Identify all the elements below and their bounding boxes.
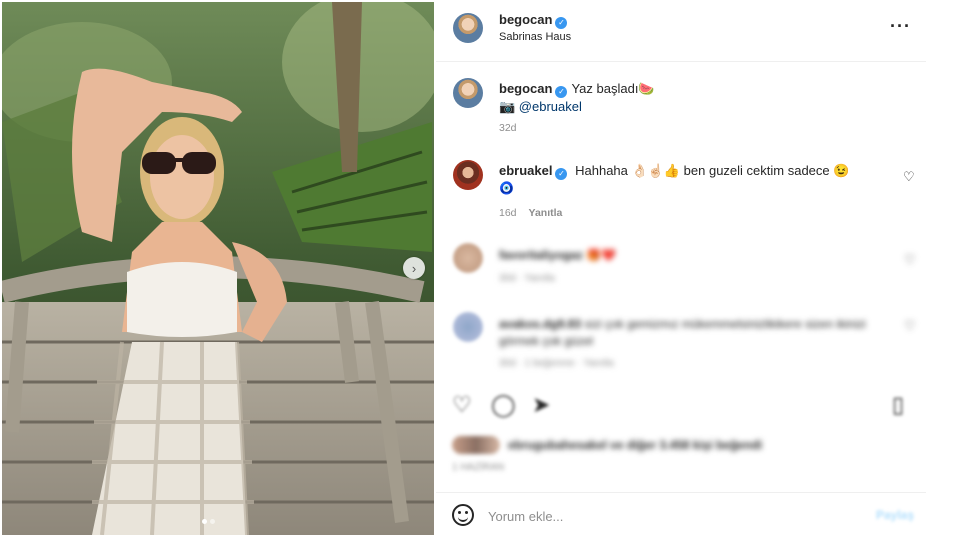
comment-bubble-icon[interactable]: ◯ — [491, 392, 516, 418]
post-actions: ♡ ◯ ➤ ▯ — [436, 392, 926, 426]
caption-username[interactable]: begocan — [499, 81, 552, 96]
likes-text[interactable]: ebrugubahesakel ve diğer 3.458 kişi beğe… — [508, 438, 762, 452]
comment-meta: 16d Yanıtla — [499, 207, 574, 219]
post-sidebar: begocan ✓ Sabrinas Haus ··· begocan ✓ Yaz b… — [436, 0, 926, 555]
comment-text-continued: 🧿 — [499, 181, 514, 195]
blurred-comment: favoritaliyogaz 🎁❤️ — [499, 248, 616, 262]
comment-like-heart-icon[interactable]: ♡ — [903, 169, 915, 185]
author-avatar[interactable] — [453, 13, 483, 43]
caption-row: begocan ✓ Yaz başladı🍉 — [499, 81, 655, 98]
comment-timestamp[interactable]: 16d — [499, 207, 517, 219]
blurred-comment-text: 🎁❤️ — [586, 248, 617, 262]
author-username[interactable]: begocan — [499, 12, 552, 27]
caption-timestamp[interactable]: 32d — [499, 122, 517, 134]
comment-row: ebruakel ✓ Hahhaha 👌🏻☝🏻👍 ben guzeli cekti… — [499, 163, 879, 180]
blurred-comment-username[interactable]: avakos.dg9.83 — [499, 317, 581, 331]
liker-avatars — [452, 436, 500, 454]
blurred-comment-meta[interactable]: 30d · 1 beğenme · Yanıtla — [499, 358, 614, 369]
carousel-dot — [210, 519, 215, 524]
blurred-comment-username[interactable]: favoritaliyogaz — [499, 248, 583, 262]
blurred-comment-meta[interactable]: 30d · Yanıtla — [499, 273, 555, 284]
likes-summary[interactable]: ebrugubahesakel ve diğer 3.458 kişi beğe… — [452, 436, 812, 460]
caption-text: Yaz başladı🍉 — [571, 81, 655, 96]
comment-like-heart-icon[interactable]: ♡ — [904, 318, 916, 334]
chevron-right-icon[interactable]: › — [403, 257, 425, 279]
share-send-icon[interactable]: ➤ — [532, 392, 550, 418]
commenter-avatar[interactable] — [453, 160, 483, 190]
verified-badge-icon: ✓ — [555, 86, 568, 98]
verified-badge-icon: ✓ — [555, 168, 568, 180]
carousel-indicator — [202, 519, 215, 524]
emoji-smile-icon[interactable] — [452, 504, 474, 526]
post-photo[interactable]: › — [2, 2, 434, 535]
reply-button[interactable]: Yanıtla — [529, 207, 563, 219]
author-name-row: begocan ✓ — [499, 11, 568, 29]
post-image — [2, 2, 434, 535]
add-comment-bar: Paylaş — [436, 492, 926, 540]
comment-text: Hahhaha 👌🏻☝🏻👍 ben guzeli cektim sadece 😉 — [575, 163, 850, 178]
like-heart-icon[interactable]: ♡ — [452, 392, 472, 418]
caption-mention[interactable]: 📷 @ebruakel — [499, 99, 582, 115]
verified-badge-icon: ✓ — [555, 17, 568, 29]
post-date: 1 HAZİRAN — [452, 462, 505, 473]
instagram-post: › begocan ✓ Sabrinas Haus ··· begocan ✓ Yaz… — [0, 0, 961, 555]
comment-username[interactable]: ebruakel — [499, 163, 552, 178]
post-header: begocan ✓ Sabrinas Haus ··· — [436, 0, 926, 62]
bookmark-icon[interactable]: ▯ — [892, 392, 904, 418]
blurred-commenter-avatar[interactable] — [453, 243, 483, 273]
post-comment-button[interactable]: Paylaş — [876, 508, 914, 522]
caption-avatar[interactable] — [453, 78, 483, 108]
blurred-comment: avakos.dg9.83 sizi çok gemizmız mükemmel… — [499, 316, 889, 350]
comment-like-heart-icon[interactable]: ♡ — [904, 252, 916, 268]
blurred-commenter-avatar[interactable] — [453, 312, 483, 342]
carousel-dot — [202, 519, 207, 524]
post-location[interactable]: Sabrinas Haus — [499, 31, 571, 43]
more-horizontal-icon[interactable]: ··· — [890, 16, 911, 37]
add-comment-input[interactable] — [488, 505, 828, 527]
